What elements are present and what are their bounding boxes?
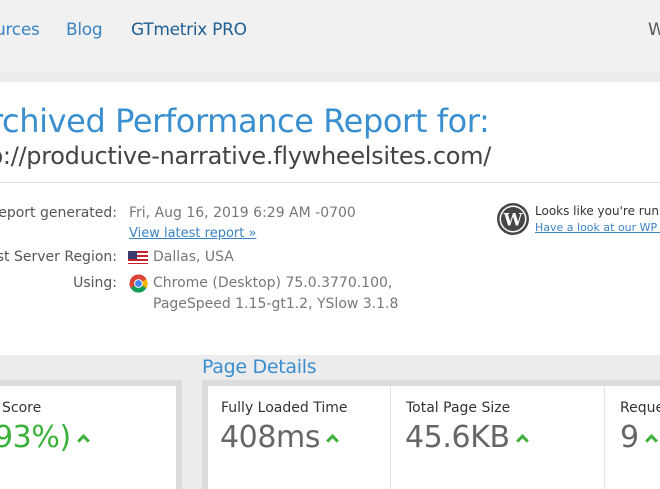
- fully-loaded-time-value: 408ms: [220, 420, 339, 455]
- analysis-tools-info: PageSpeed 1.15-gt1.2, YSlow 3.1.8: [153, 296, 399, 312]
- server-region-value: Dallas, USA: [153, 249, 234, 265]
- arrow-up-icon: [76, 434, 90, 447]
- score-label: Score: [2, 400, 42, 416]
- wordpress-optimization-link[interactable]: Have a look at our WP op: [535, 221, 660, 234]
- divider: [0, 182, 660, 183]
- report-header-panel: rchived Performance Report for: p://prod…: [0, 82, 660, 355]
- wordpress-notice-text: Looks like you're runnin: [535, 204, 660, 218]
- arrow-up-icon: [644, 434, 658, 447]
- score-value: 93%): [0, 420, 90, 455]
- fully-loaded-time-label: Fully Loaded Time: [221, 400, 348, 416]
- report-generated-value: Fri, Aug 16, 2019 6:29 AM -0700: [129, 205, 356, 221]
- usa-flag-icon: [128, 250, 148, 264]
- nav-pro-link[interactable]: GTmetrix PRO: [131, 20, 247, 40]
- total-page-size-label: Total Page Size: [406, 400, 511, 416]
- view-latest-report-link[interactable]: View latest report »: [129, 226, 256, 241]
- page-details-title: Page Details: [202, 356, 317, 378]
- using-label: Using:: [73, 275, 117, 291]
- browser-info: Chrome (Desktop) 75.0.3770.100,: [153, 275, 393, 291]
- report-url: p://productive-narrative.flywheelsites.c…: [0, 142, 491, 170]
- top-nav: urces Blog GTmetrix PRO W: [0, 0, 660, 72]
- svg-text:W: W: [502, 211, 523, 231]
- nav-blog-link[interactable]: Blog: [66, 20, 103, 40]
- nav-resources-link[interactable]: urces: [0, 20, 40, 40]
- divider: [604, 386, 605, 489]
- total-page-size-value: 45.6KB: [405, 420, 529, 455]
- page-title: rchived Performance Report for:: [0, 102, 490, 140]
- nav-right-link[interactable]: W: [648, 20, 660, 40]
- wordpress-icon: W: [496, 202, 530, 236]
- requests-value: 9: [620, 420, 658, 455]
- report-generated-label: eport generated:: [0, 205, 117, 221]
- requests-label: Reque: [620, 400, 660, 416]
- server-region-label: st Server Region:: [0, 249, 117, 265]
- chrome-icon: [129, 274, 148, 293]
- arrow-up-icon: [515, 434, 529, 447]
- arrow-up-icon: [326, 434, 339, 447]
- divider: [390, 386, 391, 489]
